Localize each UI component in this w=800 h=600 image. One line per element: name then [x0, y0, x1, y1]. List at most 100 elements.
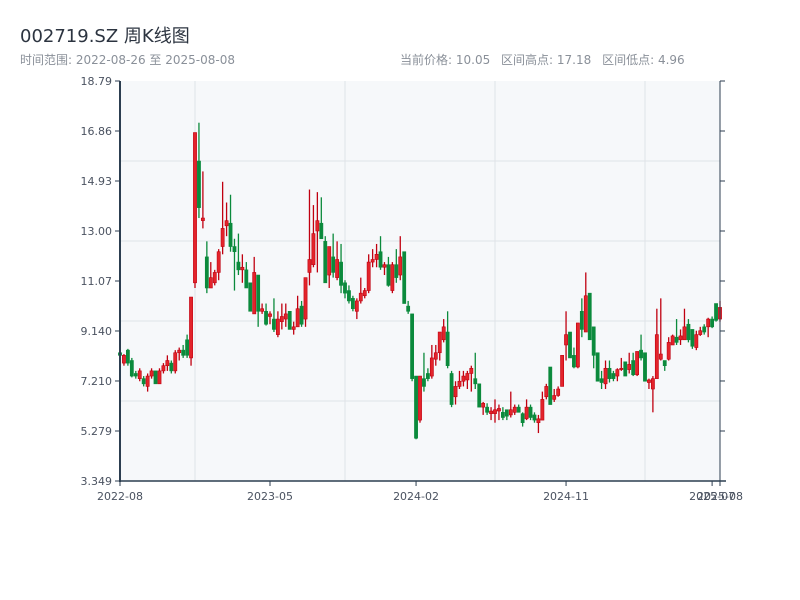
candle-body [473, 378, 478, 385]
candle-body [433, 352, 438, 360]
candle-body [449, 373, 454, 405]
candle-body [406, 305, 411, 312]
candle-body [311, 233, 316, 265]
candle-body [287, 310, 292, 330]
candle-down [548, 366, 553, 405]
x-tick-label: 2022-08 [97, 490, 143, 503]
candle-body [264, 310, 268, 325]
candle-body [165, 360, 170, 366]
candle-body [469, 367, 474, 374]
candle-body [335, 259, 340, 278]
candle-body [682, 326, 687, 341]
candle-body [461, 375, 466, 382]
candle-body [500, 412, 505, 418]
candle-body [315, 220, 320, 232]
candle-body [366, 261, 371, 291]
candle-body [145, 375, 150, 387]
candle-body [631, 360, 636, 376]
candle-body [169, 362, 174, 372]
candle-body [595, 352, 600, 382]
candle-up [575, 322, 580, 369]
candle-body [358, 292, 363, 302]
candle-body [572, 355, 576, 368]
candle-up [189, 296, 193, 366]
candle-down [714, 303, 718, 322]
candle-body [674, 336, 679, 343]
candle-body [662, 360, 667, 366]
candle-body [698, 330, 703, 335]
candle-body [504, 409, 509, 417]
candle-body [536, 418, 541, 423]
candle-body [394, 264, 399, 278]
candlestick-chart: 3.349 5.279 7.210 9.140 11.07 13.00 14.93 16.86… [81, 75, 743, 503]
candle-body [508, 409, 513, 416]
candle-body [212, 272, 217, 284]
candle-body [560, 355, 565, 387]
candle-body [303, 277, 308, 320]
candle-body [485, 406, 490, 413]
candle-body [528, 406, 533, 418]
candle-body [654, 334, 659, 379]
candle-body [129, 360, 134, 377]
y-tick-label: 13.00 [81, 225, 113, 238]
candle-body [390, 264, 395, 291]
candle-body [425, 373, 430, 379]
candle-body [564, 334, 568, 346]
candle-body [623, 361, 628, 377]
candle-body [710, 318, 715, 328]
candle-body [639, 349, 643, 359]
candle-body [611, 373, 616, 379]
candle-body [319, 222, 324, 240]
candle-body [441, 326, 446, 341]
candle-body [548, 366, 553, 405]
candle-body [568, 331, 572, 359]
candle-body [149, 370, 154, 377]
candle-body [647, 379, 651, 383]
candle-body [579, 310, 584, 330]
candle-body [173, 352, 178, 372]
candle-body [240, 266, 245, 271]
candle-body [493, 409, 497, 414]
candle-up [560, 355, 565, 387]
candle-body [445, 331, 450, 366]
candle-body [193, 132, 197, 284]
candle-body [248, 282, 253, 312]
candle-body [706, 318, 711, 328]
candle-body [374, 254, 379, 260]
candle-up [544, 383, 549, 400]
candle-body [252, 272, 257, 315]
y-tick-label: 16.86 [81, 125, 113, 138]
x-tick-label: 2024-02 [393, 490, 439, 503]
y-tick-label: 14.93 [81, 175, 113, 188]
candle-body [299, 305, 304, 325]
candle-body [453, 386, 458, 398]
candle-down [125, 348, 130, 366]
candle-down [350, 295, 355, 312]
candle-body [354, 300, 359, 312]
candle-body [429, 357, 434, 377]
candle-body [544, 386, 549, 398]
candle-up [173, 350, 178, 374]
candle-body [236, 261, 241, 271]
x-tick-label: 2024-11 [543, 490, 589, 503]
candle-body [216, 251, 221, 273]
candle-body [575, 322, 580, 368]
candle-up [418, 375, 422, 423]
x-tick-label: 2025-08 [697, 490, 743, 503]
candle-down [643, 352, 647, 382]
y-tick-label: 9.140 [81, 325, 113, 338]
candle-body [489, 410, 493, 414]
candle-body [627, 364, 632, 370]
candle-body [658, 353, 663, 360]
candle-down [248, 282, 253, 312]
candle-body [197, 160, 201, 208]
candle-body [370, 259, 375, 263]
candle-body [295, 308, 300, 328]
candle-body [694, 334, 699, 348]
candle-body [137, 370, 142, 379]
candle-body [307, 259, 312, 273]
candle-body [607, 367, 612, 379]
candle-body [153, 370, 158, 385]
candle-body [272, 318, 276, 330]
candle-body [414, 375, 418, 439]
